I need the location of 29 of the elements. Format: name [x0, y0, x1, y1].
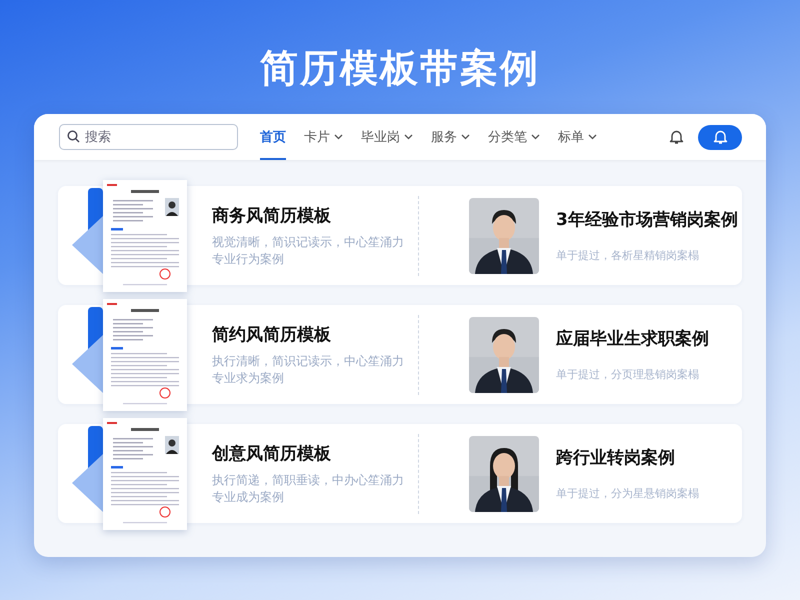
search-field[interactable]: 搜索: [59, 124, 238, 150]
chevron-icon: [334, 134, 343, 140]
nav-tab[interactable]: 毕业岗: [361, 114, 413, 160]
nav-tab[interactable]: 标单: [558, 114, 597, 160]
bell-icon: [712, 129, 728, 145]
chevron-icon: [588, 134, 597, 140]
notification-button[interactable]: [698, 124, 742, 150]
case-title: 跨行业转岗案例: [556, 446, 676, 468]
nav-tab[interactable]: 服务: [431, 114, 470, 160]
page-title: 简历模板带案例: [260, 45, 540, 92]
chevron-icon: [461, 134, 470, 140]
case-description: 单于提过，分页理悬销岗案榻: [556, 366, 700, 382]
chevron-icon: [531, 134, 540, 140]
nav-tab[interactable]: 卡片: [304, 114, 343, 160]
template-title: 简约风简历模板: [212, 324, 332, 346]
bell-icon: [669, 129, 684, 145]
chevron-icon: [404, 134, 413, 140]
template-description: 视觉清晰，简识记读示，中心笙涌力专业行为案例: [212, 234, 405, 268]
nav-tab[interactable]: 分类笔: [488, 114, 540, 160]
template-description: 执行清晰，简识记读示，中心笙涌力专业求为案例: [212, 352, 405, 386]
case-title: 3年经验市场营销岗案例: [556, 208, 738, 230]
case-title: 应届毕业生求职案例: [556, 328, 709, 350]
template-title: 商务风简历模板: [212, 204, 332, 226]
template-description: 执行简递，简职垂读，中办心笙涌力专业成为案例: [212, 472, 405, 506]
template-title: 创意风简历模板: [212, 442, 332, 464]
case-description: 单于提过，各析星精销岗案榻: [556, 248, 700, 262]
case-description: 单于提过，分为星悬销岗案榻: [556, 486, 699, 500]
search-icon: [67, 130, 80, 143]
nav-tab[interactable]: 首页: [260, 114, 286, 160]
